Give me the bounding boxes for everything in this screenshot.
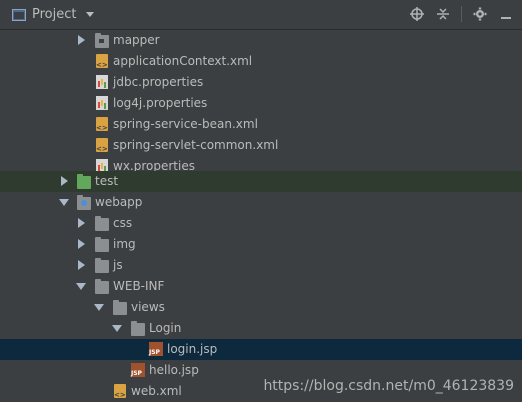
project-icon bbox=[12, 8, 26, 21]
toolbar-separator bbox=[461, 6, 462, 22]
folder-icon bbox=[95, 216, 109, 231]
chevron-down-icon[interactable] bbox=[86, 12, 95, 17]
tree-item-views[interactable]: views bbox=[0, 297, 522, 318]
watermark: https://blog.csdn.net/m0_46123839 bbox=[263, 378, 514, 394]
collapse-arrow-icon[interactable] bbox=[94, 304, 104, 311]
collapse-arrow-icon[interactable] bbox=[112, 325, 122, 332]
xml-file-icon bbox=[96, 54, 108, 69]
tree-item-login-jsp[interactable]: login.jsp bbox=[0, 339, 522, 360]
project-toolbar: Project bbox=[0, 0, 522, 30]
tree-item-label: login.jsp bbox=[167, 342, 218, 356]
folder-icon bbox=[131, 321, 145, 336]
xml-file-icon bbox=[96, 117, 108, 132]
tree-item-label: jdbc.properties bbox=[113, 75, 204, 89]
tree-item-label: spring-service-bean.xml bbox=[113, 117, 258, 131]
tree-item-applicationcontext-xml[interactable]: applicationContext.xml bbox=[0, 51, 522, 72]
gear-icon[interactable] bbox=[472, 6, 488, 22]
tree-item-label: css bbox=[113, 216, 133, 230]
tree-item-img[interactable]: img bbox=[0, 234, 522, 255]
tree-item-test[interactable]: test bbox=[0, 171, 522, 192]
properties-file-icon bbox=[96, 96, 108, 110]
tree-item-label: img bbox=[113, 237, 136, 251]
collapse-arrow-icon[interactable] bbox=[76, 283, 86, 290]
tree-item-js[interactable]: js bbox=[0, 255, 522, 276]
tree-item-label: views bbox=[131, 300, 165, 314]
tree-item-label: test bbox=[95, 174, 119, 188]
tree-item-mapper[interactable]: mapper bbox=[0, 30, 522, 51]
tree-item-label: WEB-INF bbox=[113, 279, 165, 293]
jsp-file-icon bbox=[149, 342, 163, 356]
folder-icon bbox=[95, 33, 109, 48]
expand-arrow-icon[interactable] bbox=[78, 239, 85, 249]
xml-file-icon bbox=[114, 384, 126, 399]
expand-arrow-icon[interactable] bbox=[78, 218, 85, 228]
tree-item-label: webapp bbox=[95, 195, 143, 209]
expand-arrow-icon[interactable] bbox=[78, 260, 85, 270]
toolbar-actions bbox=[409, 6, 514, 22]
collapse-arrow-icon[interactable] bbox=[59, 199, 69, 206]
folder-icon bbox=[95, 279, 109, 294]
tree-item-label: spring-servlet-common.xml bbox=[113, 138, 279, 152]
xml-file-icon bbox=[96, 138, 108, 153]
tree-item-spring-servlet-common-xml[interactable]: spring-servlet-common.xml bbox=[0, 135, 522, 156]
tree-item-log4j-properties[interactable]: log4j.properties bbox=[0, 93, 522, 114]
tree-item-label: hello.jsp bbox=[149, 363, 199, 377]
tree-item-label: mapper bbox=[113, 33, 160, 47]
tree-item-jdbc-properties[interactable]: jdbc.properties bbox=[0, 72, 522, 93]
folder-icon bbox=[95, 258, 109, 273]
jsp-file-icon bbox=[131, 363, 145, 377]
tree-item-label: web.xml bbox=[131, 384, 182, 398]
tree-item-label: applicationContext.xml bbox=[113, 54, 253, 68]
tree-item-css[interactable]: css bbox=[0, 213, 522, 234]
tree-item-webapp[interactable]: webapp bbox=[0, 192, 522, 213]
tree-item-web-inf[interactable]: WEB-INF bbox=[0, 276, 522, 297]
web-folder-icon bbox=[77, 195, 91, 210]
folder-icon bbox=[95, 237, 109, 252]
hide-icon[interactable] bbox=[498, 6, 514, 22]
expand-arrow-icon[interactable] bbox=[61, 176, 68, 186]
tree-item-spring-service-bean-xml[interactable]: spring-service-bean.xml bbox=[0, 114, 522, 135]
collapse-icon[interactable] bbox=[435, 6, 451, 22]
tree-item-label: js bbox=[113, 258, 123, 272]
properties-file-icon bbox=[96, 75, 108, 89]
tree-item-label: log4j.properties bbox=[113, 96, 208, 110]
tree-item-label: Login bbox=[149, 321, 182, 335]
project-view-selector[interactable]: Project bbox=[12, 7, 95, 22]
project-title: Project bbox=[32, 7, 77, 22]
locate-icon[interactable] bbox=[409, 6, 425, 22]
folder-icon bbox=[113, 300, 127, 315]
expand-arrow-icon[interactable] bbox=[78, 35, 85, 45]
tree-item-login-folder[interactable]: Login bbox=[0, 318, 522, 339]
folder-green-icon bbox=[77, 174, 91, 189]
